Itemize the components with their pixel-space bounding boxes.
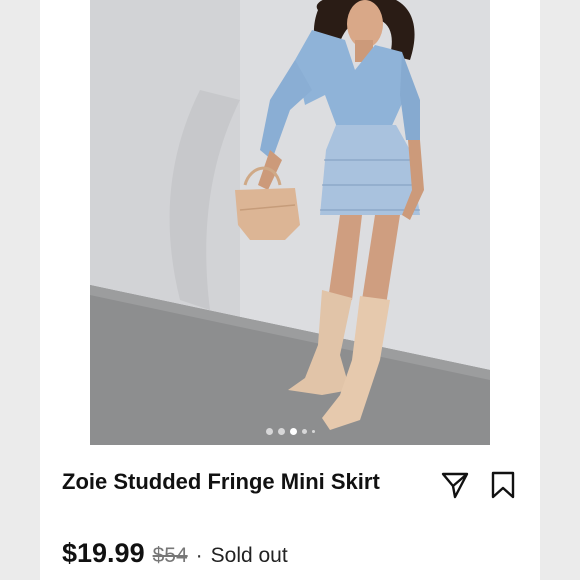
product-title: Zoie Studded Fringe Mini Skirt bbox=[62, 469, 380, 494]
bookmark-icon[interactable] bbox=[488, 470, 518, 500]
separator: · bbox=[195, 544, 203, 567]
listing-card: Zoie Studded Fringe Mini Skirt $19.99 $5… bbox=[40, 0, 540, 580]
carousel-dot-active[interactable] bbox=[289, 428, 297, 435]
product-photo-illustration bbox=[90, 0, 490, 445]
carousel-dot[interactable] bbox=[277, 428, 285, 435]
product-image[interactable] bbox=[90, 0, 490, 445]
send-icon[interactable] bbox=[440, 470, 470, 500]
listing-actions bbox=[440, 470, 518, 500]
carousel-dot[interactable] bbox=[301, 429, 307, 434]
original-price: $54 bbox=[152, 544, 188, 567]
status-text: Sold out bbox=[210, 544, 288, 567]
carousel-indicator bbox=[90, 428, 490, 435]
price: $19.99 bbox=[62, 538, 145, 568]
carousel-dot[interactable] bbox=[265, 428, 273, 435]
carousel-dot[interactable] bbox=[311, 430, 315, 433]
price-row: $19.99 $54 · Sold out bbox=[62, 538, 288, 569]
